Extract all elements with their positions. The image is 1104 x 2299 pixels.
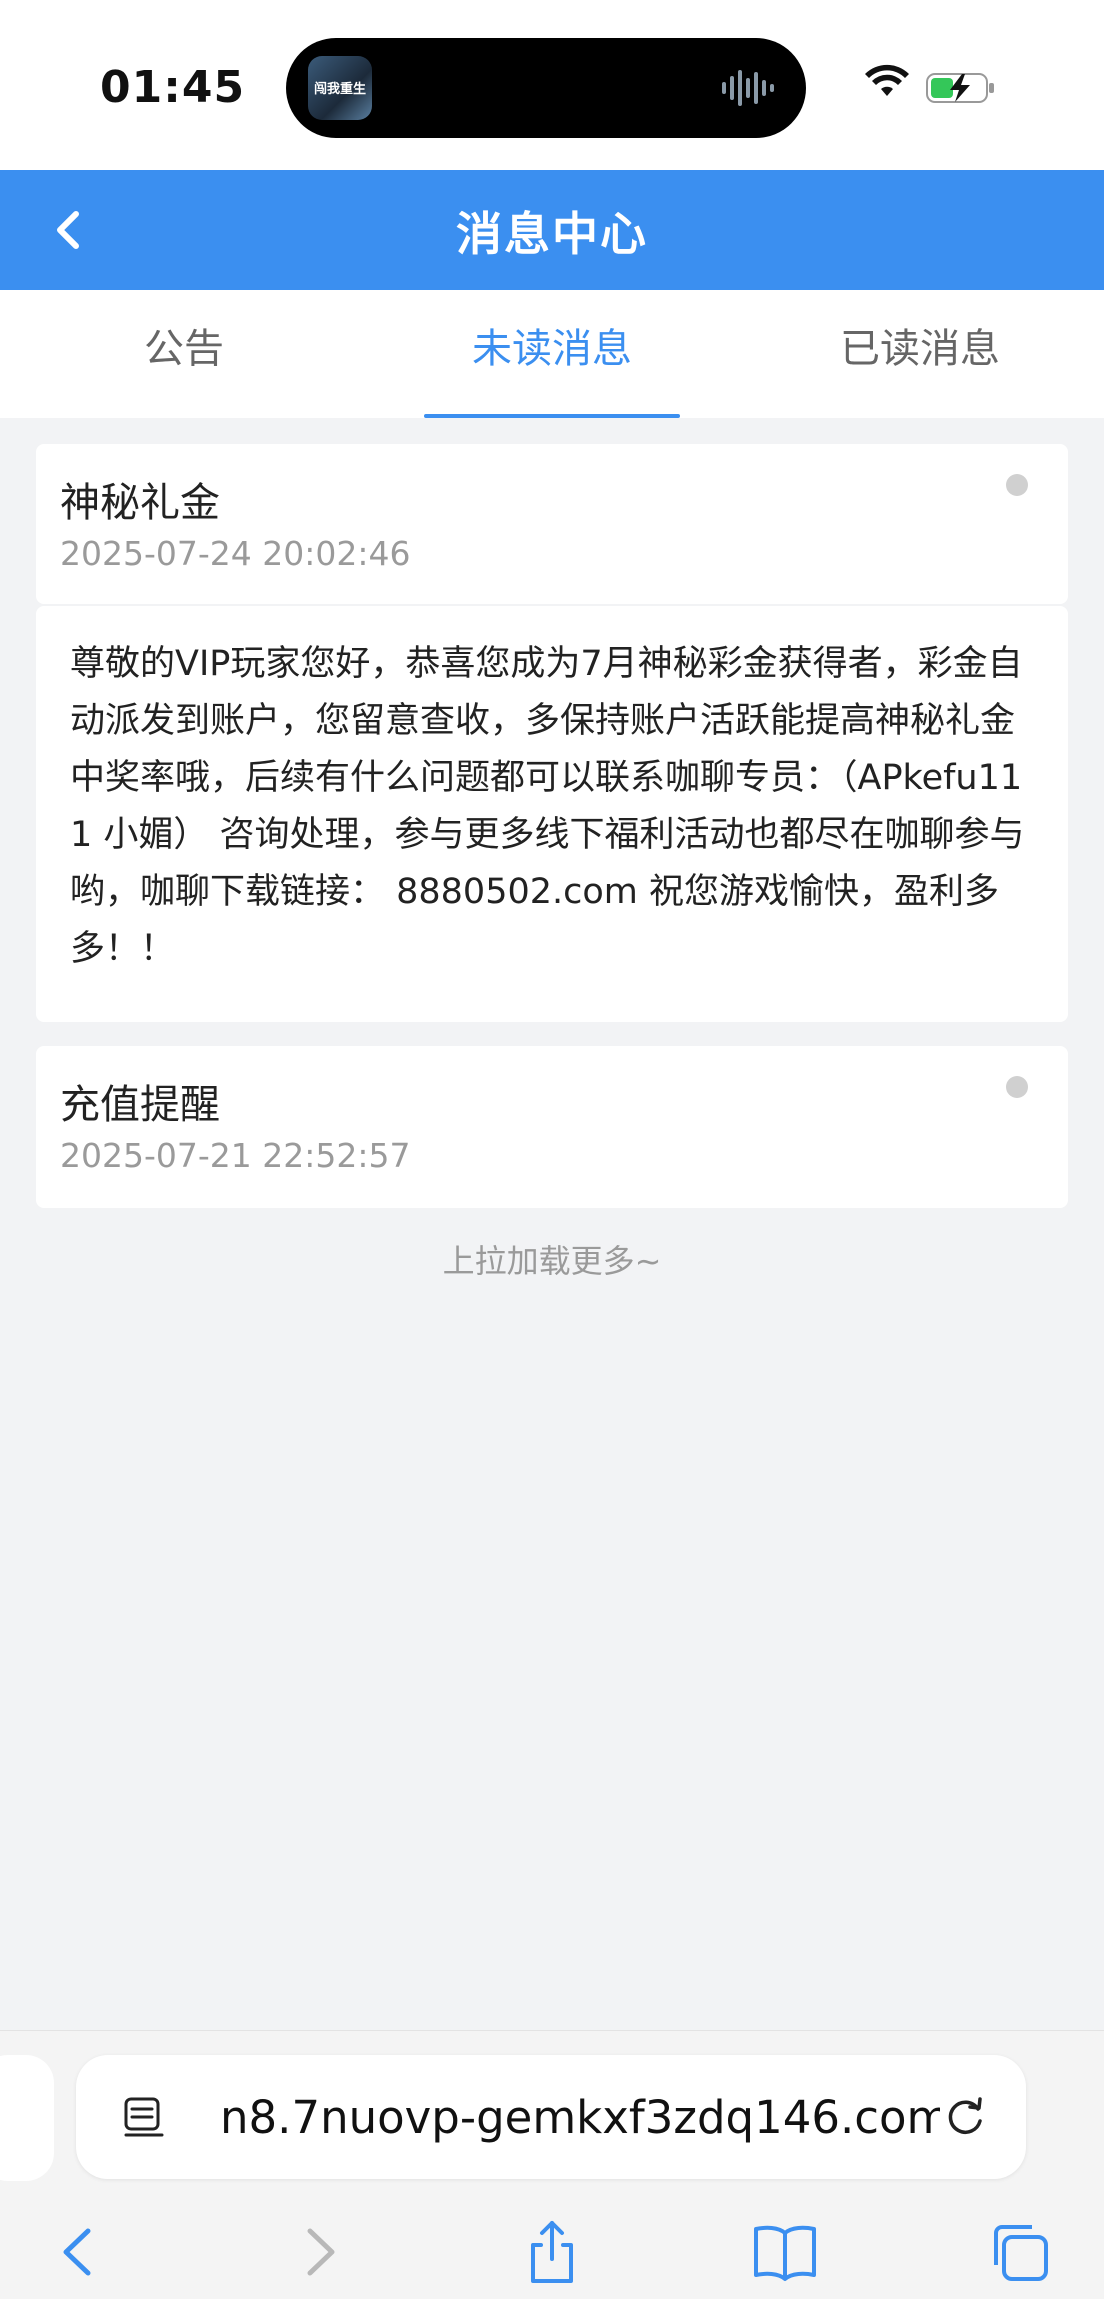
message-date: 2025-07-24 20:02:46 <box>60 534 411 573</box>
unread-dot-icon <box>1006 1076 1028 1098</box>
unread-dot-icon <box>1006 474 1028 496</box>
tab-unread[interactable]: 未读消息 <box>368 290 736 418</box>
dynamic-island[interactable]: 闯我重生 <box>286 38 806 138</box>
message-content-panel: 尊敬的VIP玩家您好，恭喜您成为7月神秘彩金获得者，彩金自动派发到账户，您留意查… <box>36 606 1068 1022</box>
wifi-icon <box>865 64 909 96</box>
page-title: 消息中心 <box>456 207 648 261</box>
browser-toolbar: n8.7nuovp-gemkxf3zdq146.com <box>0 2030 1104 2299</box>
message-title: 神秘礼金 <box>60 480 220 526</box>
app-icon: 闯我重生 <box>308 56 372 120</box>
message-content: 尊敬的VIP玩家您好，恭喜您成为7月神秘彩金获得者，彩金自动派发到账户，您留意查… <box>70 644 1025 969</box>
message-item[interactable]: 充值提醒 2025-07-21 22:52:57 <box>36 1046 1068 1208</box>
app-header: 消息中心 <box>0 170 1104 290</box>
message-title: 充值提醒 <box>60 1082 220 1128</box>
browser-nav-row <box>0 2207 1104 2297</box>
audio-wave-icon <box>722 70 774 106</box>
message-tabs: 公告 未读消息 已读消息 <box>0 290 1104 418</box>
load-more-hint: 上拉加载更多~ <box>442 1242 662 1280</box>
tab-read[interactable]: 已读消息 <box>736 290 1104 418</box>
share-icon[interactable] <box>517 2217 587 2287</box>
tab-announcements[interactable]: 公告 <box>0 290 368 418</box>
battery-charging-icon <box>926 73 994 103</box>
status-bar: 01:45 闯我重生 <box>0 0 1104 170</box>
clock: 01:45 <box>100 62 246 113</box>
bookmarks-icon[interactable] <box>750 2217 820 2287</box>
message-item[interactable]: 神秘礼金 2025-07-24 20:02:46 <box>36 444 1068 604</box>
page-menu-icon[interactable] <box>120 2093 168 2141</box>
address-bar[interactable]: n8.7nuovp-gemkxf3zdq146.com <box>76 2055 1026 2179</box>
tabs-icon[interactable] <box>984 2217 1054 2287</box>
browser-forward-icon[interactable] <box>284 2217 354 2287</box>
url-text[interactable]: n8.7nuovp-gemkxf3zdq146.com <box>220 2091 940 2144</box>
reload-icon[interactable] <box>940 2091 990 2141</box>
previous-tab-preview[interactable] <box>0 2055 54 2181</box>
app-icon-label: 闯我重生 <box>314 82 367 97</box>
message-date: 2025-07-21 22:52:57 <box>60 1136 411 1175</box>
browser-back-icon[interactable] <box>44 2217 114 2287</box>
